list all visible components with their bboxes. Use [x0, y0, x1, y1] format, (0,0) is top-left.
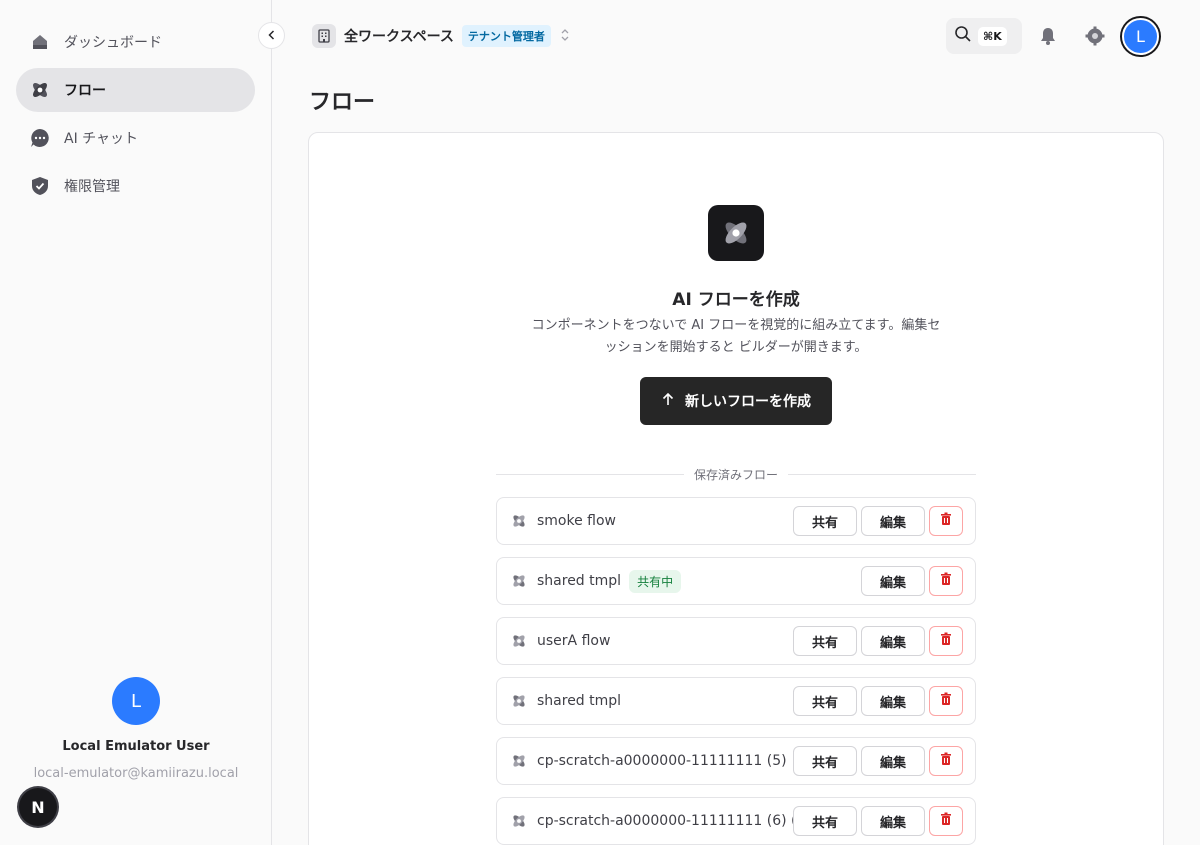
flow-row[interactable]: shared tmpl 共有 編集: [496, 677, 976, 725]
next-dev-badge[interactable]: N: [19, 788, 57, 826]
flow-row[interactable]: smoke flow 共有 編集: [496, 497, 976, 545]
workspace-switcher[interactable]: 全ワークスペース テナント管理者: [312, 24, 571, 48]
edit-button[interactable]: 編集: [861, 746, 925, 776]
create-flow-label: 新しいフローを作成: [685, 394, 811, 410]
flow-actions: 共有 編集: [793, 686, 963, 716]
delete-button[interactable]: [929, 506, 963, 536]
trash-icon: [939, 752, 953, 770]
flow-row[interactable]: shared tmpl 共有中 編集: [496, 557, 976, 605]
divider-line: [496, 473, 684, 475]
chevron-up-down-icon: [559, 27, 571, 46]
role-badge: テナント管理者: [461, 25, 551, 47]
flow-icon: [511, 753, 527, 769]
share-button[interactable]: 共有: [793, 626, 857, 656]
sidebar-item-label: 権限管理: [64, 179, 120, 195]
flow-actions: 共有 編集: [793, 746, 963, 776]
flow-name: cp-scratch-a0000000-11111111 (6) (1): [537, 813, 811, 829]
workspace-name: 全ワークスペース: [344, 29, 454, 45]
sidebar: ダッシュボード フロー AI チャット 権限管理 L Local Emulato…: [0, 0, 272, 845]
edit-button[interactable]: 編集: [861, 686, 925, 716]
trash-icon: [939, 512, 953, 530]
flow-row[interactable]: cp-scratch-a0000000-11111111 (6) (1) 共有 …: [496, 797, 976, 845]
share-button[interactable]: 共有: [793, 806, 857, 836]
user-avatar-button[interactable]: L: [1122, 18, 1159, 55]
delete-button[interactable]: [929, 686, 963, 716]
shared-status-badge: 共有中: [629, 569, 682, 593]
share-button[interactable]: 共有: [793, 746, 857, 776]
flow-icon: [511, 573, 527, 589]
sidebar-item-dashboard[interactable]: ダッシュボード: [16, 20, 255, 64]
search-shortcut: ⌘K: [978, 26, 1007, 46]
flows-card: AI フローを作成 コンポーネントをつないで AI フローを視覚的に組み立てます…: [308, 132, 1164, 845]
sidebar-item-ai-chat[interactable]: AI チャット: [16, 116, 255, 160]
flow-actions: 共有 編集: [793, 806, 963, 836]
divider-line: [788, 473, 977, 475]
delete-button[interactable]: [929, 806, 963, 836]
share-button[interactable]: 共有: [793, 686, 857, 716]
flow-actions: 編集: [861, 566, 963, 596]
flow-icon: [511, 633, 527, 649]
home-icon: [30, 32, 50, 52]
flow-name: shared tmpl: [537, 693, 622, 709]
chevron-left-icon: [266, 26, 278, 45]
sidebar-item-label: AI チャット: [64, 131, 139, 147]
flow-name: smoke flow: [537, 513, 617, 529]
hero-description: コンポーネントをつないで AI フローを視覚的に組み立てます。編集セッションを開…: [531, 318, 941, 355]
flow-icon: [30, 80, 50, 100]
trash-icon: [939, 692, 953, 710]
saved-flows-divider: 保存済みフロー: [496, 465, 977, 483]
edit-button[interactable]: 編集: [861, 806, 925, 836]
flow-name: userA flow: [537, 633, 611, 649]
building-icon: [312, 24, 336, 48]
flow-icon: [708, 205, 764, 261]
hero-title: AI フローを作成: [672, 290, 800, 310]
notification-bell-icon[interactable]: [1038, 26, 1058, 46]
flow-icon: [511, 513, 527, 529]
flow-row[interactable]: userA flow 共有 編集: [496, 617, 976, 665]
trash-icon: [939, 572, 953, 590]
flow-icon: [511, 693, 527, 709]
search-icon: [954, 25, 972, 47]
sidebar-user[interactable]: L Local Emulator User local-emulator@kam…: [0, 677, 272, 781]
delete-button[interactable]: [929, 566, 963, 596]
trash-icon: [939, 812, 953, 830]
edit-button[interactable]: 編集: [861, 506, 925, 536]
arrow-up-icon: [661, 392, 675, 410]
flow-actions: 共有 編集: [793, 626, 963, 656]
sidebar-item-flow[interactable]: フロー: [16, 68, 255, 112]
saved-flows-label: 保存済みフロー: [694, 467, 779, 482]
edit-button[interactable]: 編集: [861, 626, 925, 656]
create-flow-button[interactable]: 新しいフローを作成: [640, 377, 832, 425]
edit-button[interactable]: 編集: [861, 566, 925, 596]
flow-name: shared tmpl: [537, 573, 622, 589]
search-button[interactable]: ⌘K: [946, 18, 1022, 54]
user-name: Local Emulator User: [62, 739, 210, 754]
page-title: フロー: [309, 90, 376, 115]
sidebar-collapse-button[interactable]: [258, 22, 285, 49]
user-email: local-emulator@kamiirazu.local: [33, 766, 239, 781]
share-button[interactable]: 共有: [793, 506, 857, 536]
flow-row[interactable]: cp-scratch-a0000000-11111111 (5) 共有 編集: [496, 737, 976, 785]
flow-actions: 共有 編集: [793, 506, 963, 536]
flow-name: cp-scratch-a0000000-11111111 (5): [537, 753, 787, 769]
flow-icon: [511, 813, 527, 829]
gear-icon[interactable]: [1085, 26, 1105, 46]
delete-button[interactable]: [929, 626, 963, 656]
sidebar-item-permissions[interactable]: 権限管理: [16, 164, 255, 208]
chat-icon: [30, 128, 50, 148]
delete-button[interactable]: [929, 746, 963, 776]
sidebar-nav: ダッシュボード フロー AI チャット 権限管理: [16, 20, 255, 212]
avatar: L: [112, 677, 160, 725]
trash-icon: [939, 632, 953, 650]
shield-icon: [30, 176, 50, 196]
sidebar-item-label: ダッシュボード: [64, 35, 162, 51]
sidebar-item-label: フロー: [64, 83, 106, 99]
